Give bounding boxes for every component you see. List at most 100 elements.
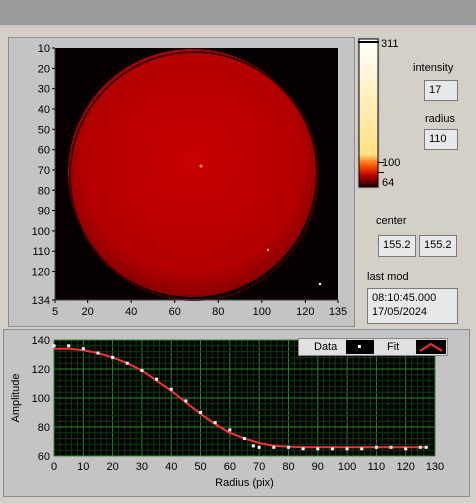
colorbar-tick (378, 172, 384, 173)
x-tick-label: 20 (82, 306, 94, 318)
data-point (199, 411, 203, 414)
title-bar-edge (0, 25, 476, 28)
colorbar-scale (358, 38, 379, 188)
y-tick-label: 140 (32, 335, 50, 347)
y-tick-label: 50 (38, 124, 50, 136)
data-point (96, 351, 100, 355)
data-point (301, 447, 305, 451)
data-point (418, 445, 422, 449)
data-point (360, 447, 364, 451)
data-point (257, 445, 261, 449)
x-tick-label: 90 (312, 461, 324, 473)
center-x-field[interactable]: 155.2 (378, 235, 416, 257)
data-point (243, 437, 246, 441)
y-tick-label: 60 (38, 451, 50, 463)
last-mod-time: 08:10:45.000 (372, 292, 437, 304)
data-point (330, 447, 334, 451)
intensity-field[interactable]: 17 (424, 80, 458, 101)
x-tick-label: 135 (329, 306, 347, 318)
data-point (155, 377, 159, 381)
hot-pixel (266, 248, 270, 252)
x-axis-label: Radius (pix) (215, 477, 274, 489)
x-tick-label: 130 (426, 461, 444, 473)
x-tick-label: 60 (169, 306, 181, 318)
chart-legend: Data Fit (298, 338, 448, 356)
data-point (251, 444, 255, 448)
x-tick-label: 40 (165, 461, 177, 473)
fit-line-icon (419, 342, 443, 352)
legend-data-label: Data (314, 341, 338, 353)
image-panel: 10 20 30 40 50 60 70 80 90 100 110 120 134 5 20 40 60 80… (8, 37, 355, 327)
y-tick-label: 110 (32, 246, 50, 258)
y-tick-label: 100 (32, 226, 50, 238)
x-tick-label: 30 (136, 461, 148, 473)
data-point (52, 344, 56, 348)
data-point (67, 344, 71, 348)
y-tick-label: 30 (38, 84, 50, 96)
x-axis-ticks: 5 20 40 60 80 100 120 135 (52, 300, 347, 318)
y-tick-label: 100 (32, 393, 50, 405)
colorbar-label-mid: 100 (382, 157, 401, 169)
data-point (424, 445, 428, 449)
last-mod-label: last mod (367, 271, 409, 283)
data-point (272, 445, 276, 449)
center-y-field[interactable]: 155.2 (419, 235, 457, 257)
radius-label: radius (425, 113, 455, 125)
intensity-image: 10 20 30 40 50 60 70 80 90 100 110 120 134 5 20 40 60 80… (32, 43, 348, 318)
intensity-label: intensity (413, 62, 454, 74)
x-tick-label: 10 (77, 461, 89, 473)
radius-field[interactable]: 110 (424, 129, 458, 150)
chart-panel: 0 10 20 30 40 50 60 70 80 90 100 110 120 130 60 80 100 12… (3, 329, 470, 497)
title-bar (0, 0, 476, 25)
y-tick-label: 90 (38, 206, 50, 218)
data-point (81, 347, 85, 351)
legend-data-marker (358, 345, 361, 348)
x-tick-label: 100 (338, 461, 356, 473)
x-tick-label: 70 (253, 461, 265, 473)
legend-fit-swatch[interactable] (416, 340, 446, 354)
hot-pixel (199, 164, 203, 168)
y-tick-label: 80 (38, 422, 50, 434)
x-tick-label: 120 (296, 306, 314, 318)
y-tick-label: 10 (38, 43, 50, 55)
colorbar-label-min: 64 (382, 177, 395, 189)
x-tick-label: 60 (224, 461, 236, 473)
data-point (169, 387, 173, 391)
colorbar-panel (357, 37, 380, 189)
last-mod-field: 08:10:45.000 17/05/2024 (367, 288, 458, 324)
data-point (228, 428, 232, 432)
y-tick-label: 20 (38, 63, 50, 75)
colorbar (358, 38, 379, 188)
y-tick-label: 70 (38, 165, 50, 177)
x-tick-label: 50 (194, 461, 206, 473)
data-point (286, 445, 290, 449)
data-point (140, 368, 144, 372)
data-point (125, 361, 129, 365)
y-tick-label: 134 (32, 295, 50, 307)
y-axis-label: Amplitude (10, 374, 22, 423)
x-tick-label: 80 (212, 306, 224, 318)
x-tick-label: 110 (368, 461, 386, 473)
y-tick-label: 120 (32, 364, 50, 376)
x-tick-label: 0 (51, 461, 57, 473)
data-point (389, 445, 393, 449)
colorbar-tick (378, 162, 384, 163)
data-point (213, 421, 217, 425)
data-point (111, 355, 115, 359)
y-axis-ticks: 10 20 30 40 50 60 70 80 90 100 110 120 134 (32, 43, 55, 307)
data-point (374, 445, 378, 449)
data-point (345, 447, 349, 451)
x-tick-label: 120 (397, 461, 415, 473)
x-tick-label: 20 (106, 461, 118, 473)
y-tick-label: 80 (38, 185, 50, 197)
colorbar-label-max: 311 (381, 38, 399, 50)
data-point (404, 447, 408, 451)
data-point (184, 399, 188, 403)
data-point (316, 447, 320, 451)
x-tick-label: 40 (125, 306, 137, 318)
hot-pixel (318, 282, 322, 286)
y-tick-label: 60 (38, 145, 50, 157)
legend-fit-label: Fit (387, 341, 400, 353)
x-tick-label: 5 (52, 306, 58, 318)
x-tick-label: 100 (253, 306, 271, 318)
